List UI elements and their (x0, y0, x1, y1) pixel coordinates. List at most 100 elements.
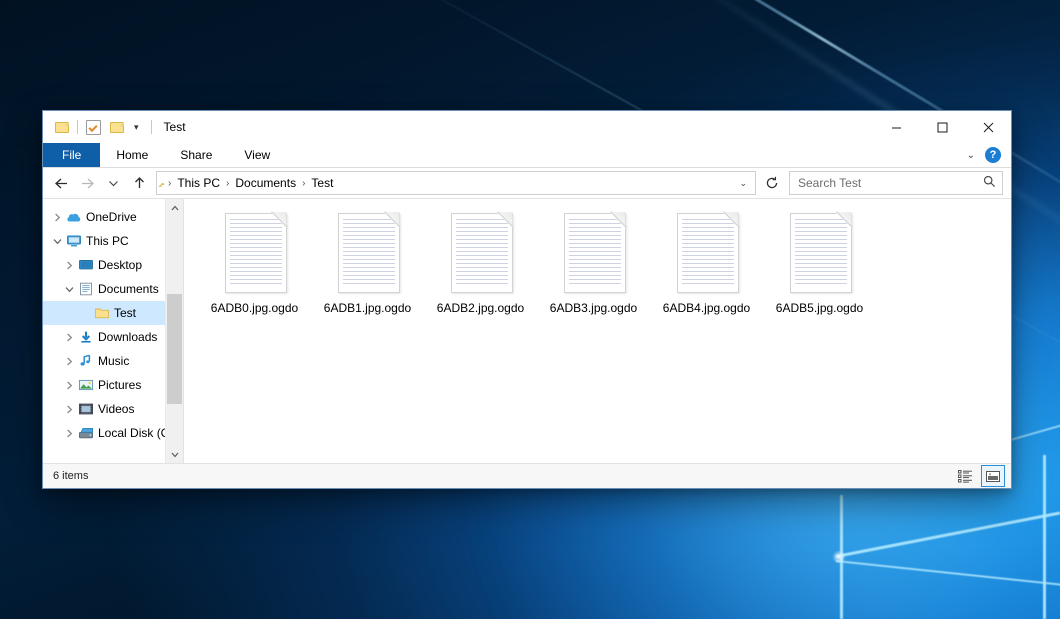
file-name-label: 6ADB0.jpg.ogdo (211, 301, 298, 316)
sidebar-item-videos[interactable]: Videos (43, 397, 183, 421)
generic-file-icon (448, 211, 514, 295)
refresh-icon[interactable] (761, 172, 783, 194)
chevron-right-icon[interactable] (61, 401, 77, 417)
file-name-label: 6ADB5.jpg.ogdo (776, 301, 863, 316)
file-item[interactable]: 6ADB1.jpg.ogdo (311, 207, 424, 336)
back-button[interactable] (49, 171, 73, 195)
scrollbar-track[interactable] (166, 216, 183, 446)
chevron-right-icon[interactable] (61, 329, 77, 345)
file-item[interactable]: 6ADB3.jpg.ogdo (537, 207, 650, 336)
documents-icon (77, 282, 95, 296)
chevron-down-icon[interactable] (61, 281, 77, 297)
title-separator (151, 120, 152, 134)
item-count-label: 6 items (53, 470, 88, 482)
breadcrumb[interactable]: › This PC › Documents › Test ⌄ (156, 171, 756, 195)
file-item[interactable]: 6ADB0.jpg.ogdo (198, 207, 311, 336)
scrollbar-thumb[interactable] (167, 294, 182, 404)
chevron-right-icon[interactable] (61, 257, 77, 273)
breadcrumb-item-test[interactable]: Test (309, 176, 335, 190)
search-placeholder: Search Test (798, 176, 983, 190)
breadcrumb-separator: › (298, 178, 309, 189)
properties-icon[interactable] (84, 118, 102, 136)
disk-icon (77, 426, 95, 440)
music-icon (77, 354, 95, 368)
file-list-pane[interactable]: 6ADB0.jpg.ogdo 6ADB1.jpg.ogdo 6ADB2.jpg.og… (184, 199, 1011, 463)
file-name-label: 6ADB2.jpg.ogdo (437, 301, 524, 316)
forward-button[interactable] (75, 171, 99, 195)
tab-file[interactable]: File (43, 143, 100, 167)
chevron-down-icon[interactable]: ⌄ (967, 150, 975, 161)
search-icon[interactable] (983, 175, 996, 191)
search-input[interactable]: Search Test (789, 171, 1003, 195)
sidebar-item-onedrive[interactable]: OneDrive (43, 205, 183, 229)
scroll-up-icon[interactable] (166, 199, 183, 216)
chevron-down-icon[interactable]: ⌄ (735, 178, 751, 189)
help-icon[interactable]: ? (985, 147, 1001, 163)
breadcrumb-separator: › (164, 178, 175, 189)
folder-icon[interactable] (53, 118, 71, 136)
sidebar-item-label: Music (98, 354, 129, 368)
sidebar-item-desktop[interactable]: Desktop (43, 253, 183, 277)
new-folder-icon[interactable] (108, 118, 126, 136)
breadcrumb-item-documents[interactable]: Documents (233, 176, 298, 190)
folder-icon (93, 306, 111, 320)
onedrive-icon (65, 210, 83, 224)
scroll-down-icon[interactable] (166, 446, 183, 463)
videos-icon (77, 402, 95, 416)
generic-file-icon (335, 211, 401, 295)
title-bar: ▾ Test (43, 111, 1011, 143)
sidebar-item-downloads[interactable]: Downloads (43, 325, 183, 349)
chevron-right-icon[interactable] (61, 425, 77, 441)
sidebar-item-music[interactable]: Music (43, 349, 183, 373)
generic-file-icon (674, 211, 740, 295)
tab-home[interactable]: Home (100, 143, 164, 167)
desktop-icon (77, 258, 95, 272)
customize-caret-icon[interactable]: ▾ (132, 123, 141, 132)
file-item[interactable]: 6ADB4.jpg.ogdo (650, 207, 763, 336)
explorer-body: OneDrive This PCDesktop Documents Test Downl… (43, 198, 1011, 463)
minimize-button[interactable] (873, 111, 919, 143)
sidebar-item-label: OneDrive (86, 210, 137, 224)
status-bar: 6 items (43, 463, 1011, 488)
generic-file-icon (222, 211, 288, 295)
window-controls (873, 111, 1011, 143)
tab-share[interactable]: Share (164, 143, 228, 167)
sidebar-item-label: Pictures (98, 378, 141, 392)
breadcrumb-item-this-pc[interactable]: This PC (175, 176, 222, 190)
details-view-button[interactable] (953, 465, 977, 487)
breadcrumb-separator: › (222, 178, 233, 189)
sidebar-item-test[interactable]: Test (43, 301, 183, 325)
sidebar-item-this-pc[interactable]: This PC (43, 229, 183, 253)
file-name-label: 6ADB3.jpg.ogdo (550, 301, 637, 316)
sidebar-item-label: Downloads (98, 330, 157, 344)
window-title: Test (164, 120, 186, 134)
tab-view[interactable]: View (228, 143, 286, 167)
sidebar-scrollbar[interactable] (165, 199, 183, 463)
ribbon-tab-bar: File Home Share View ⌄ ? (43, 143, 1011, 168)
file-item[interactable]: 6ADB2.jpg.ogdo (424, 207, 537, 336)
file-name-label: 6ADB4.jpg.ogdo (663, 301, 750, 316)
quick-access-toolbar: ▾ (43, 111, 141, 143)
sidebar-item-local-disk-c[interactable]: Local Disk (C:) (43, 421, 183, 445)
wallpaper-flag-node (832, 550, 846, 564)
pc-icon (65, 234, 83, 248)
close-button[interactable] (965, 111, 1011, 143)
sidebar-item-documents[interactable]: Documents (43, 277, 183, 301)
up-button[interactable] (127, 171, 151, 195)
chevron-right-icon[interactable] (49, 209, 65, 225)
chevron-right-icon[interactable] (61, 377, 77, 393)
file-name-label: 6ADB1.jpg.ogdo (324, 301, 411, 316)
pictures-icon (77, 378, 95, 392)
generic-file-icon (561, 211, 627, 295)
sidebar-item-pictures[interactable]: Pictures (43, 373, 183, 397)
desktop-background: ▾ Test File Home Share View (0, 0, 1060, 619)
large-icons-view-button[interactable] (981, 465, 1005, 487)
chevron-right-icon[interactable] (61, 353, 77, 369)
generic-file-icon (787, 211, 853, 295)
maximize-button[interactable] (919, 111, 965, 143)
sidebar-item-label: Documents (98, 282, 159, 296)
sidebar-item-label: Test (114, 306, 136, 320)
recent-locations-button[interactable] (101, 171, 125, 195)
file-item[interactable]: 6ADB5.jpg.ogdo (763, 207, 876, 336)
chevron-down-icon[interactable] (49, 233, 65, 249)
